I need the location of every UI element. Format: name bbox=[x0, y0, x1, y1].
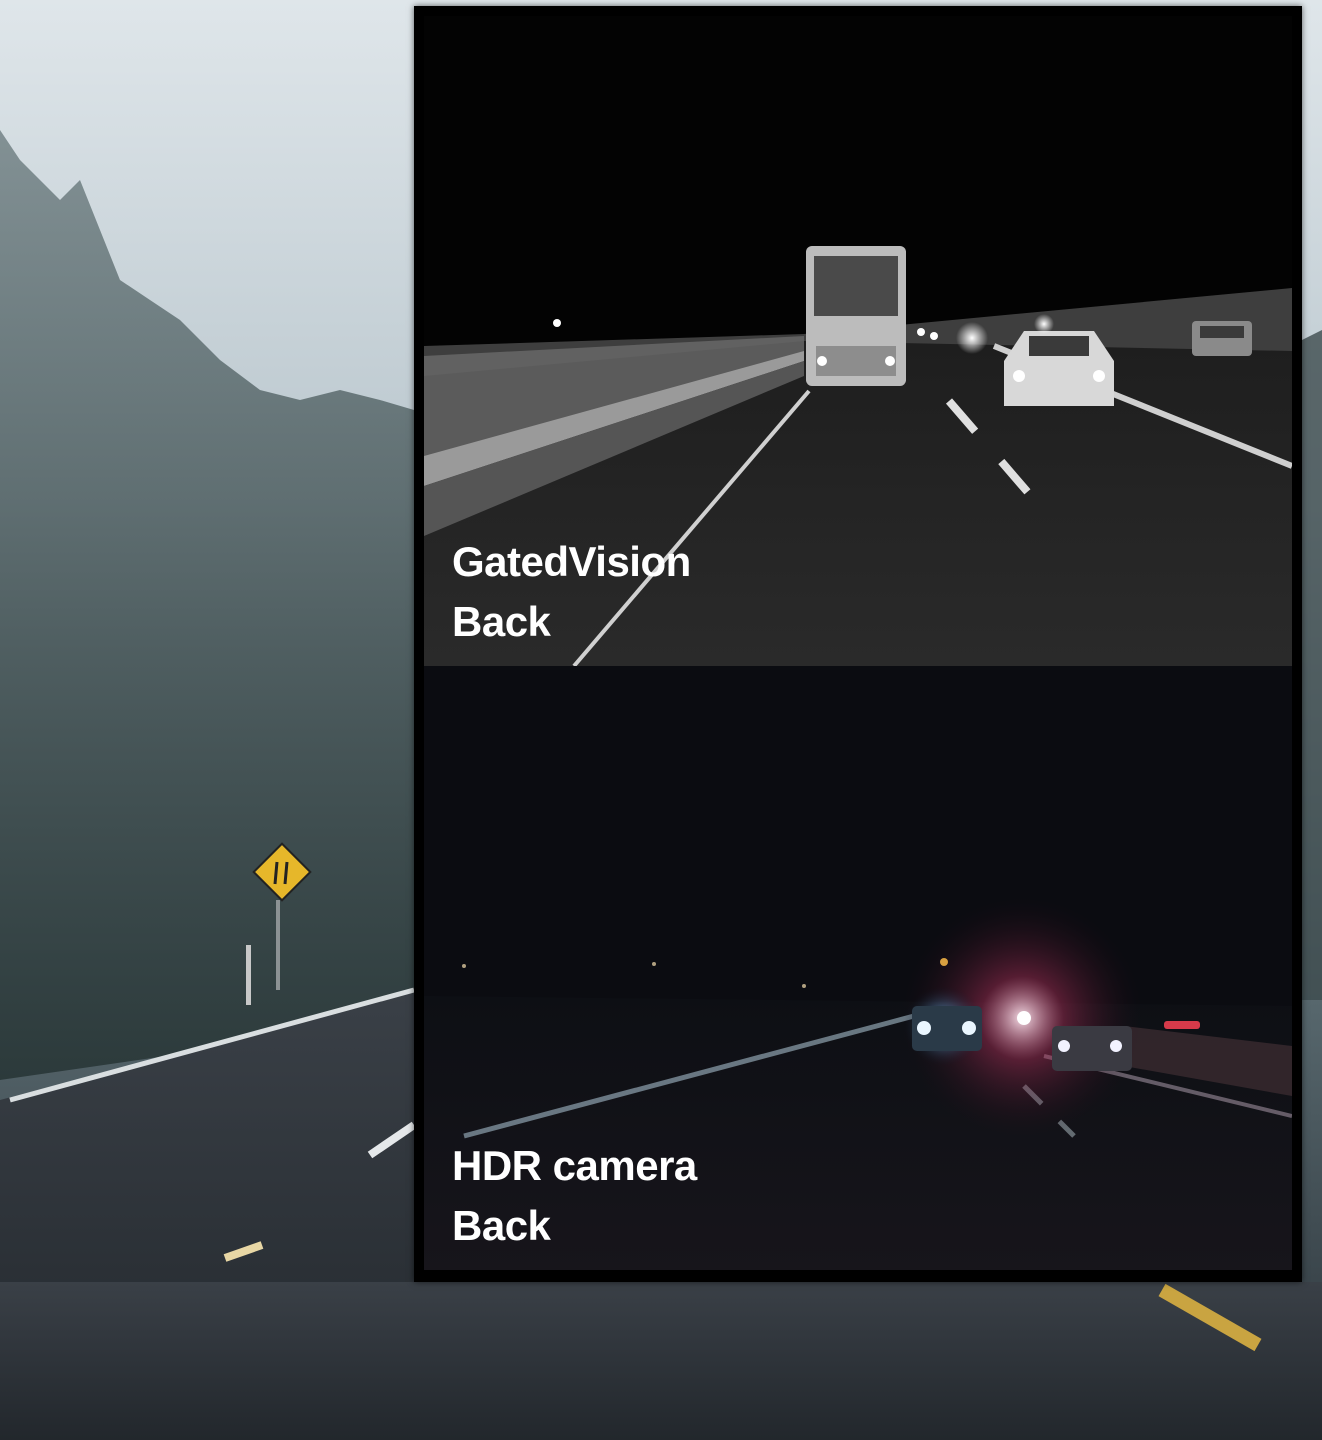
car-headlights-left bbox=[912, 1006, 982, 1051]
hdr-camera-caption: HDR camera Back bbox=[452, 1136, 697, 1256]
bus bbox=[806, 246, 906, 386]
road-bottom bbox=[0, 1282, 1322, 1440]
gated-vision-title: GatedVision bbox=[452, 538, 691, 585]
comparison-panel: GatedVision Back HDR camera Back bbox=[414, 6, 1302, 1282]
car-right bbox=[1004, 331, 1114, 406]
gated-vision-caption: GatedVision Back bbox=[452, 532, 691, 652]
car-headlights-right bbox=[1052, 1026, 1132, 1071]
sign-pole bbox=[276, 900, 280, 990]
car-far-right bbox=[1192, 321, 1252, 356]
road-post bbox=[246, 945, 251, 1005]
hdr-camera-view: HDR camera Back bbox=[424, 666, 1292, 1270]
forest-right bbox=[1302, 330, 1322, 1000]
gated-vision-subtitle: Back bbox=[452, 598, 551, 645]
hdr-camera-subtitle: Back bbox=[452, 1202, 551, 1249]
gated-vision-view: GatedVision Back bbox=[424, 16, 1292, 666]
hdr-camera-title: HDR camera bbox=[452, 1142, 697, 1189]
